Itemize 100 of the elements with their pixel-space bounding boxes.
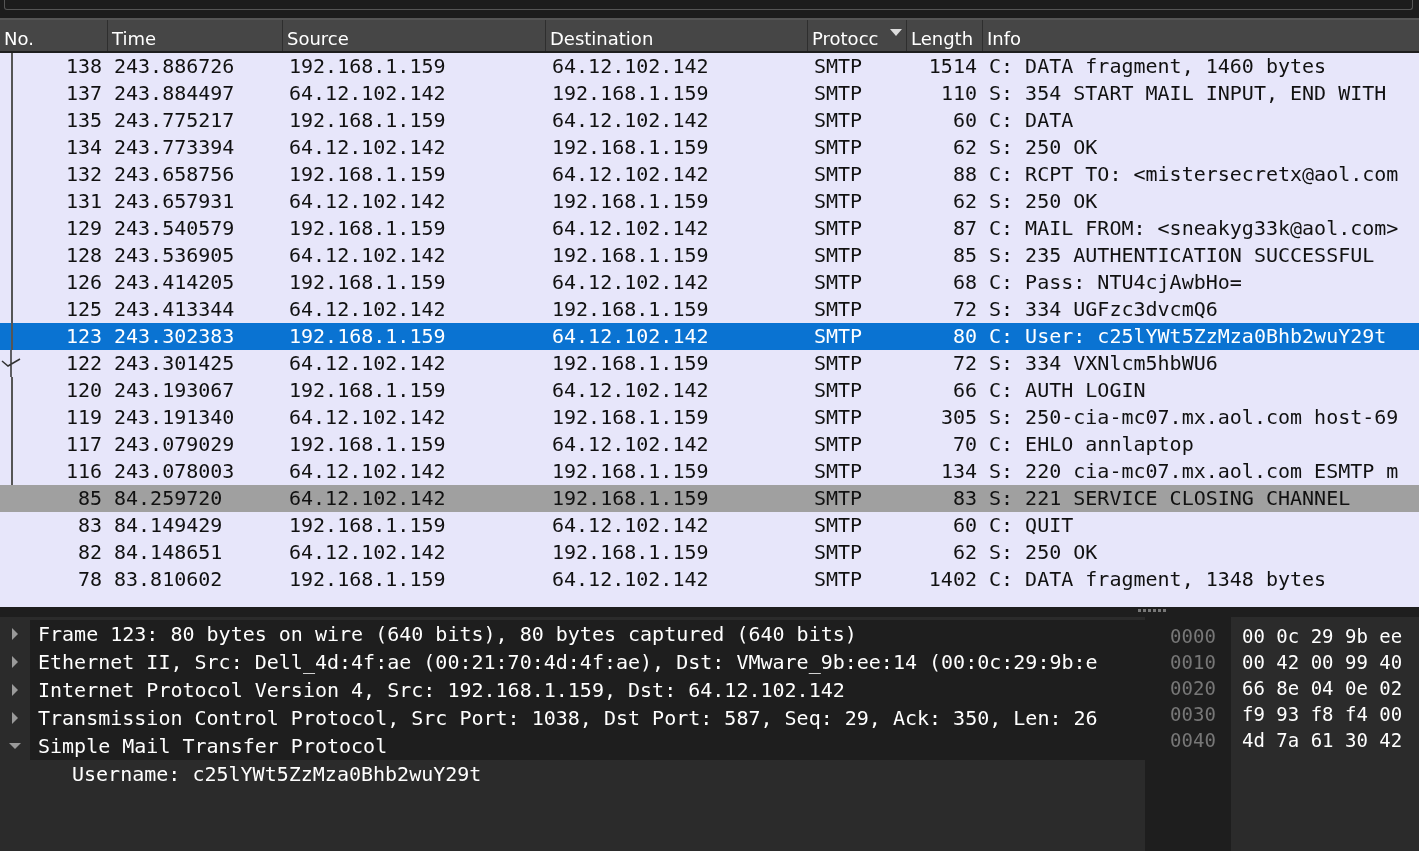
table-cell-text: 60 <box>951 107 978 134</box>
table-cell-text: 243.536905 <box>113 242 236 269</box>
table-cell-text: 134 <box>64 134 103 161</box>
table-cell-text: C: EHLO annlaptop <box>988 431 1195 458</box>
splitter-handle[interactable] <box>1138 609 1168 612</box>
table-cell-text: 192.168.1.159 <box>551 242 710 269</box>
table-cell-text: SMTP <box>813 215 864 242</box>
packet-row[interactable]: 123 243.302383 192.168.1.159 64.12.102.142 SMTP 80 C: User: c25lYWt5ZzMza0Bhb2wuY29t <box>0 323 1419 350</box>
table-cell-text: 110 <box>939 80 978 107</box>
table-cell-text: 85 <box>76 485 103 512</box>
table-cell-text: 116 <box>64 458 103 485</box>
table-cell-text: 64.12.102.142 <box>551 377 710 404</box>
packet-row[interactable]: 85 84.259720 64.12.102.142 192.168.1.159 SMTP 83 S: 221 SERVICE CLOSING CHANNEL <box>0 485 1419 512</box>
table-cell-text: 80 <box>951 323 978 350</box>
table-cell-text: S: 334 VXNlcm5hbWU6 <box>988 350 1219 377</box>
table-cell-text: 192.168.1.159 <box>288 215 447 242</box>
tree-item[interactable]: Internet Protocol Version 4, Src: 192.168.1.159, Dst: 64.12.102.142 <box>0 676 1145 704</box>
hex-bytes: f9 93 f8 f4 00 <box>1242 702 1404 727</box>
column-header[interactable]: No. <box>0 20 108 51</box>
table-cell-text: 126 <box>64 269 103 296</box>
table-cell-text: 243.079029 <box>113 431 236 458</box>
table-cell-text: 119 <box>64 404 103 431</box>
table-cell-text: 192.168.1.159 <box>288 107 447 134</box>
table-cell-text: SMTP <box>813 188 864 215</box>
column-header[interactable]: Source <box>283 20 546 51</box>
column-header[interactable]: Length <box>907 20 983 51</box>
table-cell-text: 64.12.102.142 <box>551 53 710 80</box>
table-cell-text: 123 <box>64 323 103 350</box>
table-cell-text: SMTP <box>813 458 864 485</box>
table-cell-text: C: User: c25lYWt5ZzMza0Bhb2wuY29t <box>988 323 1388 350</box>
table-cell-text: C: RCPT TO: <mistersecretx@aol.com <box>988 161 1400 188</box>
table-cell-text: 192.168.1.159 <box>551 80 710 107</box>
table-cell-text: 243.775217 <box>113 107 236 134</box>
table-cell-text: 243.773394 <box>113 134 236 161</box>
table-cell-text: 243.302383 <box>113 323 236 350</box>
table-cell-text: S: 221 SERVICE CLOSING CHANNEL <box>988 485 1352 512</box>
table-cell-text: SMTP <box>813 377 864 404</box>
table-cell-text: 243.658756 <box>113 161 236 188</box>
table-cell-text: 83.810602 <box>113 566 224 593</box>
table-cell-text: C: QUIT <box>988 512 1075 539</box>
table-cell-text: 134 <box>939 458 978 485</box>
table-cell-text: 83 <box>951 485 978 512</box>
tree-item[interactable]: Ethernet II, Src: Dell_4d:4f:ae (00:21:70:4d:4f:ae), Dst: VMware_9b:ee:14 (00:0c:29:9b:e <box>0 648 1145 676</box>
table-cell-text: 192.168.1.159 <box>551 188 710 215</box>
table-cell-text: 72 <box>951 350 978 377</box>
table-cell-text: 192.168.1.159 <box>288 323 447 350</box>
table-cell-text: 243.540579 <box>113 215 236 242</box>
table-cell-text: 64.12.102.142 <box>288 350 447 377</box>
column-header[interactable]: Destination <box>546 20 808 51</box>
table-cell-text: 1402 <box>927 566 978 593</box>
table-cell-text: 125 <box>64 296 103 323</box>
table-cell-text: 64.12.102.142 <box>288 458 447 485</box>
table-cell-text: 82 <box>76 539 103 566</box>
table-cell-text: 117 <box>64 431 103 458</box>
table-cell-text: SMTP <box>813 80 864 107</box>
table-cell-text: SMTP <box>813 350 864 377</box>
table-cell-text: 64.12.102.142 <box>551 431 710 458</box>
table-cell-text: 72 <box>951 296 978 323</box>
hex-bytes: 66 8e 04 0e 02 <box>1242 676 1404 701</box>
table-cell-text: 62 <box>951 539 978 566</box>
table-cell-text: SMTP <box>813 485 864 512</box>
table-cell-text: 122 <box>64 350 103 377</box>
table-cell-text: 64.12.102.142 <box>288 134 447 161</box>
table-cell-text: 192.168.1.159 <box>288 431 447 458</box>
table-cell-text: 192.168.1.159 <box>551 350 710 377</box>
table-cell-text: 135 <box>64 107 103 134</box>
tree-item[interactable]: Transmission Control Protocol, Src Port: 1038, Dst Port: 587, Seq: 29, Ack: 350, Len: 26 <box>0 704 1145 732</box>
table-cell-text: 64.12.102.142 <box>551 323 710 350</box>
byte-offset: 0020 <box>1170 676 1216 701</box>
table-cell-text: S: 235 AUTHENTICATION SUCCESSFUL <box>988 242 1376 269</box>
table-cell-text: 131 <box>64 188 103 215</box>
table-cell-text: 192.168.1.159 <box>551 296 710 323</box>
table-cell-text: 243.193067 <box>113 377 236 404</box>
table-cell-text: 128 <box>64 242 103 269</box>
table-cell-text: SMTP <box>813 161 864 188</box>
column-header[interactable]: Protocc <box>808 20 907 51</box>
tree-item[interactable]: Simple Mail Transfer Protocol <box>0 732 1145 760</box>
table-cell-text: S: 220 cia-mc07.mx.aol.com ESMTP m <box>988 458 1400 485</box>
byte-offset: 0040 <box>1170 728 1216 753</box>
table-cell-text: C: AUTH LOGIN <box>988 377 1147 404</box>
table-cell-text: 192.168.1.159 <box>551 485 710 512</box>
table-cell-text: C: DATA fragment, 1348 bytes <box>988 566 1328 593</box>
table-cell-text: 66 <box>951 377 978 404</box>
table-cell-text: S: 354 START MAIL INPUT, END WITH <box>988 80 1388 107</box>
table-cell-text: SMTP <box>813 296 864 323</box>
table-cell-text: SMTP <box>813 53 864 80</box>
tree-item[interactable]: Frame 123: 80 bytes on wire (640 bits), 80 bytes captured (640 bits) <box>0 620 1145 648</box>
table-cell-text: 62 <box>951 134 978 161</box>
table-cell-text: SMTP <box>813 134 864 161</box>
table-cell-text: 62 <box>951 188 978 215</box>
table-cell-text: 64.12.102.142 <box>288 188 447 215</box>
table-cell-text: 78 <box>76 566 103 593</box>
table-cell-text: 305 <box>939 404 978 431</box>
column-header[interactable]: Time <box>108 20 283 51</box>
table-cell-text: 84.148651 <box>113 539 224 566</box>
byte-offset: 0030 <box>1170 702 1216 727</box>
table-cell-text: C: DATA <box>988 107 1075 134</box>
column-header[interactable]: Info <box>983 20 1419 51</box>
table-cell-text: 64.12.102.142 <box>288 296 447 323</box>
table-cell-text: 243.413344 <box>113 296 236 323</box>
